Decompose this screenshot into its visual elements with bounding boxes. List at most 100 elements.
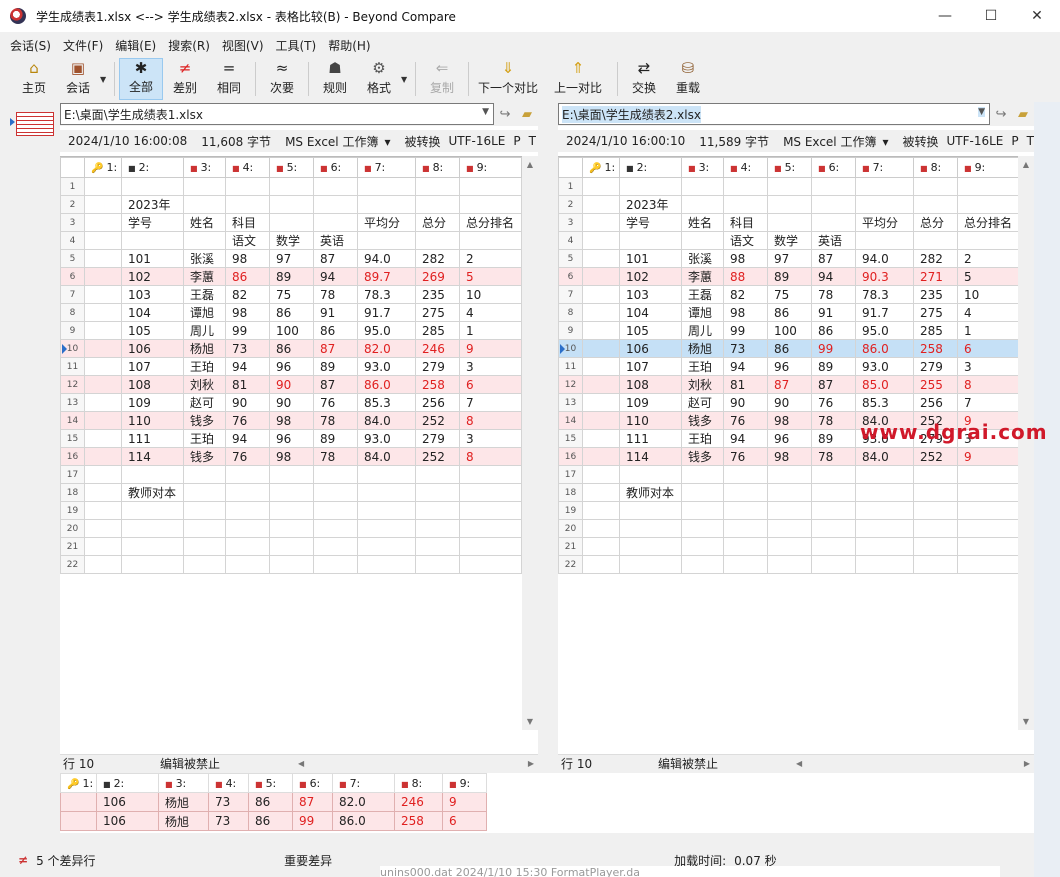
table-cell[interactable]: [913, 501, 958, 520]
table-row[interactable]: 7 103 王磊 82 75 78 78.3 235 10: [60, 285, 522, 304]
table-cell[interactable]: 100: [269, 321, 314, 340]
table-cell[interactable]: 75: [767, 285, 812, 304]
table-cell[interactable]: [269, 465, 314, 484]
table-cell[interactable]: 英语: [313, 231, 358, 250]
table-cell[interactable]: 105: [121, 321, 184, 340]
table-row[interactable]: 17: [60, 465, 522, 484]
table-row[interactable]: 17: [558, 465, 1020, 484]
session-button[interactable]: ▣ 会话: [56, 58, 100, 100]
table-cell[interactable]: [84, 465, 122, 484]
table-cell[interactable]: [84, 285, 122, 304]
table-row[interactable]: 13 109 赵可 90 90 76 85.3 256 7: [558, 393, 1020, 412]
table-cell[interactable]: 105: [619, 321, 682, 340]
table-cell[interactable]: [582, 447, 620, 466]
table-cell[interactable]: 91: [313, 303, 358, 322]
table-cell[interactable]: [811, 177, 856, 196]
table-row[interactable]: 18 教师对本: [60, 483, 522, 502]
table-cell[interactable]: [84, 195, 122, 214]
table-cell[interactable]: 谭旭: [183, 303, 226, 322]
table-cell[interactable]: 76: [811, 393, 856, 412]
table-cell[interactable]: 90: [767, 393, 812, 412]
table-cell[interactable]: 106: [121, 339, 184, 358]
table-cell[interactable]: [681, 195, 724, 214]
table-cell[interactable]: 87: [313, 375, 358, 394]
table-cell[interactable]: 90: [269, 375, 314, 394]
left-file-type[interactable]: MS Excel 工作簿 ▾: [285, 133, 390, 150]
table-cell[interactable]: 99: [723, 321, 768, 340]
right-column-header[interactable]: ■ 4:: [723, 157, 768, 178]
table-cell[interactable]: [855, 537, 914, 556]
table-cell[interactable]: [357, 483, 416, 502]
table-cell[interactable]: [415, 177, 460, 196]
table-cell[interactable]: 刘秋: [681, 375, 724, 394]
right-column-header[interactable]: ■ 6:: [811, 157, 856, 178]
table-cell[interactable]: [84, 393, 122, 412]
row-number[interactable]: 21: [60, 537, 85, 556]
table-cell[interactable]: 平均分: [855, 213, 914, 232]
table-cell[interactable]: [582, 195, 620, 214]
row-number[interactable]: 22: [558, 555, 583, 574]
swap-button[interactable]: ⇄ 交换: [622, 58, 666, 100]
table-cell[interactable]: [459, 483, 522, 502]
table-cell[interactable]: [855, 501, 914, 520]
row-number[interactable]: 14: [60, 411, 85, 430]
table-cell[interactable]: [459, 195, 522, 214]
table-cell[interactable]: 107: [619, 357, 682, 376]
table-row[interactable]: 1: [558, 177, 1020, 196]
table-cell[interactable]: 275: [913, 303, 958, 322]
table-row[interactable]: 11 107 王珀 94 96 89 93.0 279 3: [558, 357, 1020, 376]
show-same-button[interactable]: = 相同: [207, 58, 251, 100]
table-row[interactable]: 10 106 杨旭 73 86 87 82.0 246 9: [60, 339, 522, 358]
table-cell[interactable]: [811, 195, 856, 214]
row-number[interactable]: 18: [558, 483, 583, 502]
table-cell[interactable]: [225, 177, 270, 196]
prev-diff-button[interactable]: ⇑ 上一对比: [543, 58, 613, 100]
row-compare-column-header[interactable]: ■ 7:: [332, 773, 395, 793]
table-cell[interactable]: 102: [619, 267, 682, 286]
table-cell[interactable]: 周儿: [183, 321, 226, 340]
row-number[interactable]: 10: [558, 339, 583, 358]
table-cell[interactable]: 78: [811, 411, 856, 430]
minimize-button[interactable]: —: [922, 0, 968, 32]
table-cell[interactable]: 282: [913, 249, 958, 268]
table-cell[interactable]: [619, 501, 682, 520]
row-compare-cell[interactable]: 杨旭: [158, 792, 209, 812]
left-history-icon[interactable]: ↪: [494, 107, 516, 122]
table-cell[interactable]: [269, 537, 314, 556]
table-cell[interactable]: 6: [459, 375, 522, 394]
table-cell[interactable]: 96: [767, 429, 812, 448]
table-cell[interactable]: [313, 483, 358, 502]
table-cell[interactable]: [619, 555, 682, 574]
table-cell[interactable]: 285: [913, 321, 958, 340]
table-cell[interactable]: 106: [619, 339, 682, 358]
menu-file[interactable]: 文件(F): [63, 37, 103, 54]
table-cell[interactable]: [582, 465, 620, 484]
table-cell[interactable]: [269, 483, 314, 502]
table-row[interactable]: 22: [558, 555, 1020, 574]
left-column-header[interactable]: ■ 6:: [313, 157, 358, 178]
row-number[interactable]: 15: [558, 429, 583, 448]
table-cell[interactable]: [269, 177, 314, 196]
table-cell[interactable]: 275: [415, 303, 460, 322]
row-number[interactable]: 17: [60, 465, 85, 484]
home-button[interactable]: ⌂ 主页: [12, 58, 56, 100]
row-compare-row[interactable]: 106 杨旭 73 86 99 86.0 258 6: [60, 811, 487, 831]
table-cell[interactable]: 110: [121, 411, 184, 430]
table-cell[interactable]: 3: [957, 357, 1020, 376]
table-cell[interactable]: [459, 519, 522, 538]
table-cell[interactable]: 76: [723, 411, 768, 430]
table-cell[interactable]: [855, 177, 914, 196]
table-cell[interactable]: 285: [415, 321, 460, 340]
row-compare-cell[interactable]: 9: [442, 792, 487, 812]
table-cell[interactable]: 86: [767, 339, 812, 358]
table-cell[interactable]: 279: [415, 429, 460, 448]
table-cell[interactable]: 1: [957, 321, 1020, 340]
table-cell[interactable]: 75: [269, 285, 314, 304]
table-cell[interactable]: 94: [723, 357, 768, 376]
table-cell[interactable]: [681, 537, 724, 556]
right-open-folder-icon[interactable]: ▰: [1012, 107, 1034, 122]
table-cell[interactable]: [121, 555, 184, 574]
table-cell[interactable]: 7: [957, 393, 1020, 412]
table-cell[interactable]: [84, 501, 122, 520]
row-number[interactable]: 8: [60, 303, 85, 322]
